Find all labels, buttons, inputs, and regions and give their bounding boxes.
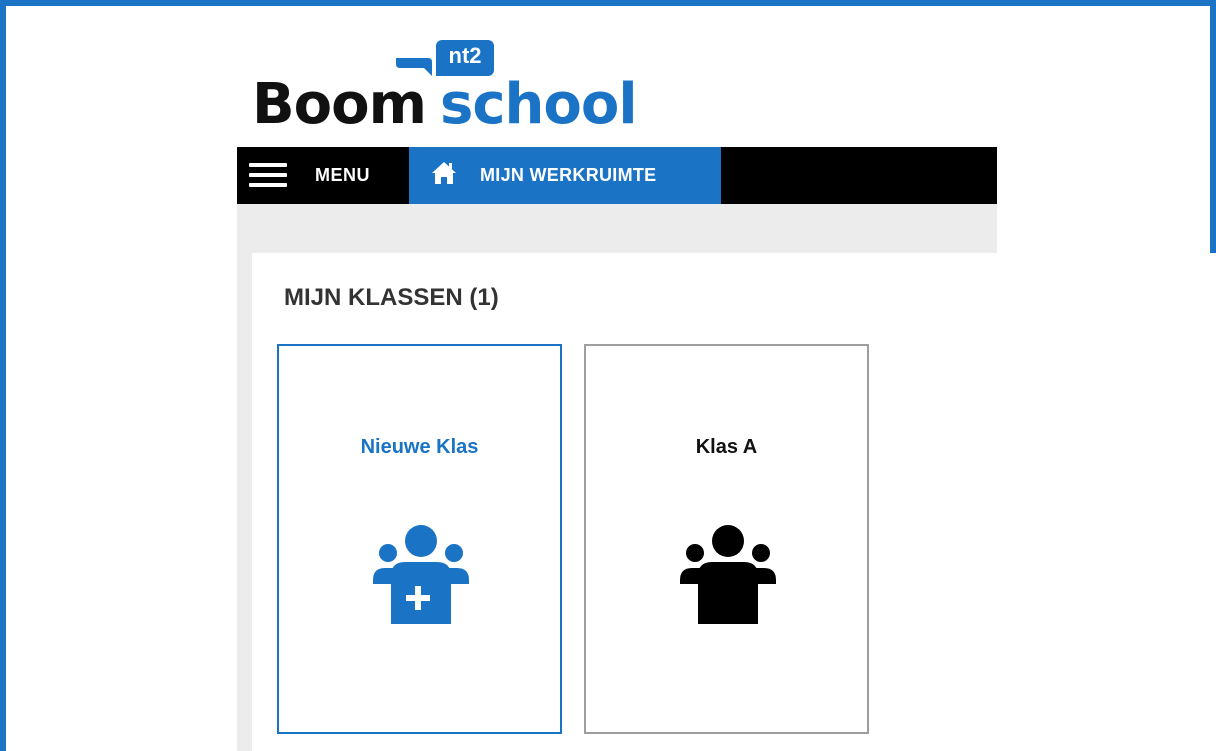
menu-label: MENU bbox=[315, 165, 370, 185]
tab-mijn-werkruimte[interactable]: MIJN WERKRUIMTE bbox=[409, 147, 721, 204]
top-navbar: MENU MIJN WERKRUIMTE bbox=[237, 147, 997, 204]
add-group-icon bbox=[373, 525, 469, 624]
card-title: Klas A bbox=[695, 436, 758, 458]
boom-school-logo[interactable]: nt2 Boom school bbox=[252, 40, 652, 137]
logo-brand-right: school bbox=[440, 72, 638, 137]
hamburger-icon bbox=[249, 163, 287, 187]
card-title: Nieuwe Klas bbox=[360, 436, 479, 458]
home-icon bbox=[432, 162, 456, 184]
section-title: MIJN KLASSEN (1) bbox=[284, 284, 499, 311]
logo-brand-left: Boom bbox=[252, 72, 427, 137]
tab-label: MIJN WERKRUIMTE bbox=[480, 165, 657, 185]
menu-button[interactable]: MENU bbox=[237, 147, 409, 204]
group-icon bbox=[680, 525, 776, 624]
logo-badge: nt2 bbox=[436, 40, 494, 76]
new-class-card[interactable]: Nieuwe Klas bbox=[277, 344, 562, 734]
class-card-klas-a[interactable]: Klas A bbox=[584, 344, 869, 734]
